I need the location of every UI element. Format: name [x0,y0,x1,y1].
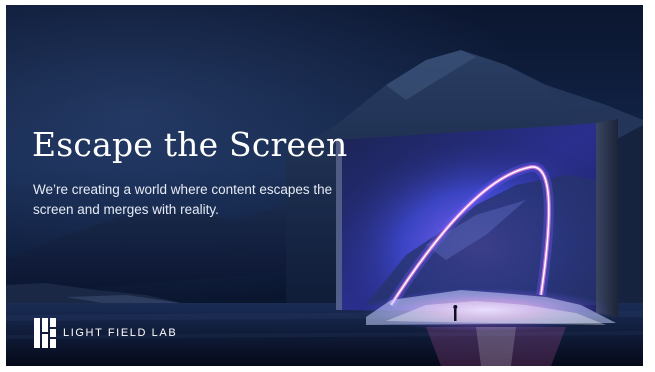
light-field-lab-logo-icon [34,318,56,348]
hero-banner: Escape the Screen We’re creating a world… [6,5,643,366]
brand-logo-text: LIGHT FIELD LAB [63,327,178,339]
brand-logo[interactable]: LIGHT FIELD LAB [34,318,177,348]
hero-headline: Escape the Screen [32,125,348,164]
hero-subtext: We’re creating a world where content esc… [33,182,333,217]
